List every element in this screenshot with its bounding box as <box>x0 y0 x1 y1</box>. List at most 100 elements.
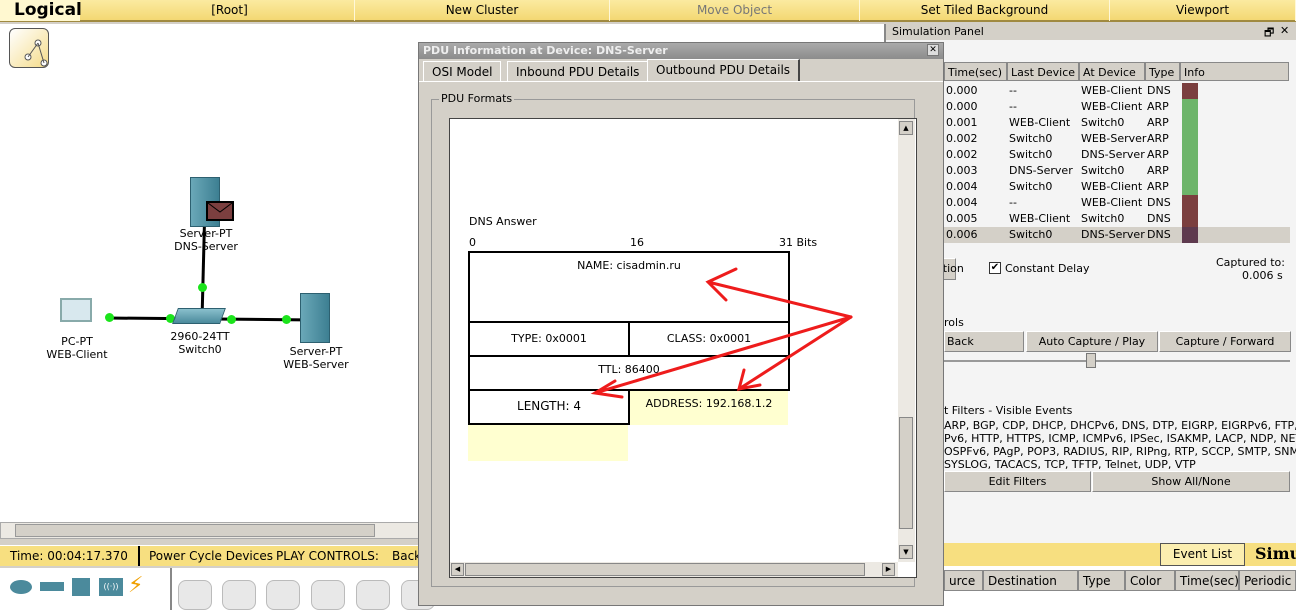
switches-category-icon[interactable] <box>40 582 64 591</box>
set-tiled-background-button[interactable]: Set Tiled Background <box>860 0 1110 21</box>
event-time: 0.005 <box>946 212 978 225</box>
event-at: Switch0 <box>1081 212 1125 225</box>
show-all-none-button[interactable]: Show All/None <box>1092 471 1290 492</box>
vertical-scrollbar[interactable]: ▲ ▼ <box>898 119 915 562</box>
col-type[interactable]: Type <box>1078 570 1125 591</box>
router-model-icon[interactable] <box>178 580 212 610</box>
col-time[interactable]: Time(sec) <box>1175 570 1239 591</box>
filter-line: OSPFv6, PAgP, POP3, RADIUS, RIP, RIPng, … <box>944 445 1296 458</box>
web-client-name: WEB-Client <box>46 348 108 361</box>
router-model-icon[interactable] <box>311 580 345 610</box>
event-color-swatch[interactable] <box>1182 115 1198 131</box>
captured-to-value: 0.006 s <box>1242 269 1283 282</box>
router-model-icon[interactable] <box>356 580 390 610</box>
root-button[interactable]: [Root] <box>105 0 355 21</box>
col-time[interactable]: Time(sec) <box>944 62 1007 81</box>
event-color-swatch[interactable] <box>1182 179 1198 195</box>
close-dialog-icon[interactable]: ✕ <box>927 44 939 56</box>
capture-forward-button[interactable]: Capture / Forward <box>1159 331 1291 352</box>
event-row[interactable]: 0.000 -- WEB-Client DNS <box>944 83 1290 99</box>
event-time: 0.003 <box>946 164 978 177</box>
event-color-swatch[interactable] <box>1182 227 1198 243</box>
event-row[interactable]: 0.002 Switch0 DNS-Server ARP <box>944 147 1290 163</box>
col-destination[interactable]: Destination <box>983 570 1078 591</box>
event-color-swatch[interactable] <box>1182 99 1198 115</box>
play-controls-group-label: rols <box>944 316 964 329</box>
new-cluster-button[interactable]: New Cluster <box>355 0 610 21</box>
scrollbar-thumb[interactable] <box>465 563 865 576</box>
col-color[interactable]: Color <box>1125 570 1175 591</box>
event-type: ARP <box>1147 180 1169 193</box>
power-cycle-devices-button[interactable]: Power Cycle Devices <box>149 546 273 566</box>
web-server-icon[interactable] <box>300 293 330 343</box>
event-row[interactable]: 0.002 Switch0 WEB-Server ARP <box>944 131 1290 147</box>
scroll-left-icon[interactable]: ◀ <box>451 563 464 576</box>
routers-category-icon[interactable] <box>10 580 32 594</box>
router-model-icon[interactable] <box>222 580 256 610</box>
event-at: WEB-Client <box>1081 180 1143 193</box>
col-last-device[interactable]: Last Device <box>1007 62 1079 81</box>
event-at: DNS-Server <box>1081 228 1145 241</box>
event-row[interactable]: 0.004 Switch0 WEB-Client ARP <box>944 179 1290 195</box>
event-row[interactable]: 0.001 WEB-Client Switch0 ARP <box>944 115 1290 131</box>
edit-filters-button[interactable]: Edit Filters <box>944 471 1091 492</box>
event-color-swatch[interactable] <box>1182 195 1198 211</box>
event-at: Switch0 <box>1081 116 1125 129</box>
tab-inbound-pdu-details[interactable]: Inbound PDU Details <box>507 61 649 81</box>
pc-icon[interactable] <box>60 298 92 322</box>
scroll-right-icon[interactable]: ▶ <box>882 563 895 576</box>
event-row[interactable]: 0.003 DNS-Server Switch0 ARP <box>944 163 1290 179</box>
col-info[interactable]: Info <box>1180 62 1289 81</box>
connections-category-icon[interactable]: ⚡ <box>128 574 143 598</box>
logical-tab[interactable]: Logical <box>0 0 82 21</box>
envelope-pdu-icon[interactable] <box>206 201 234 221</box>
move-object-button[interactable]: Move Object <box>610 0 860 21</box>
event-color-swatch[interactable] <box>1182 147 1198 163</box>
speed-slider[interactable] <box>944 360 1290 362</box>
event-time: 0.004 <box>946 180 978 193</box>
dns-server-model: Server-PT <box>179 227 233 240</box>
event-last: DNS-Server <box>1009 164 1073 177</box>
wireless-category-icon[interactable]: ((·)) <box>99 578 123 596</box>
scroll-down-icon[interactable]: ▼ <box>899 545 913 559</box>
scrollbar-thumb[interactable] <box>15 524 375 537</box>
event-type: ARP <box>1147 116 1169 129</box>
web-server-model: Server-PT <box>289 345 343 358</box>
tab-osi-model[interactable]: OSI Model <box>423 61 502 81</box>
constant-delay-checkbox[interactable]: ✔ <box>989 262 1001 274</box>
hubs-category-icon[interactable] <box>72 578 90 596</box>
event-list-button[interactable]: Event List <box>1160 543 1245 566</box>
back-button[interactable]: Back <box>944 331 1024 352</box>
simulation-mode-tab[interactable]: Simu <box>1245 543 1296 566</box>
back-button[interactable]: Back <box>392 546 421 566</box>
switch-icon[interactable] <box>172 308 226 324</box>
event-color-swatch[interactable] <box>1182 131 1198 147</box>
horizontal-scrollbar[interactable]: ◀ ▶ <box>450 562 898 577</box>
speed-slider-thumb[interactable] <box>1086 353 1096 368</box>
scrollbar-thumb[interactable] <box>899 417 913 529</box>
event-row[interactable]: 0.006 Switch0 DNS-Server DNS <box>944 227 1290 243</box>
col-at-device[interactable]: At Device <box>1079 62 1145 81</box>
tab-outbound-pdu-details[interactable]: Outbound PDU Details <box>647 59 801 81</box>
restore-icon[interactable]: 🗗 <box>1264 24 1274 43</box>
col-periodic[interactable]: Periodic <box>1239 570 1296 591</box>
scroll-up-icon[interactable]: ▲ <box>899 121 913 135</box>
pdu-format-view: DNS Answer 0 16 31 Bits NAME: cisadmin.r… <box>449 118 917 578</box>
visible-events-list: ARP, BGP, CDP, DHCP, DHCPv6, DNS, DTP, E… <box>944 419 1296 471</box>
col-source[interactable]: urce <box>944 570 983 591</box>
event-row[interactable]: 0.000 -- WEB-Client ARP <box>944 99 1290 115</box>
auto-capture-play-button[interactable]: Auto Capture / Play <box>1026 331 1158 352</box>
switch-model: 2960-24TT <box>170 330 230 343</box>
event-row[interactable]: 0.005 WEB-Client Switch0 DNS <box>944 211 1290 227</box>
close-panel-icon[interactable]: ✕ <box>1280 24 1289 37</box>
router-model-icon[interactable] <box>266 580 300 610</box>
col-type[interactable]: Type <box>1145 62 1180 81</box>
constant-delay-label: Constant Delay <box>1005 262 1090 275</box>
event-color-swatch[interactable] <box>1182 211 1198 227</box>
event-color-swatch[interactable] <box>1182 83 1198 99</box>
viewport-button[interactable]: Viewport <box>1110 0 1296 21</box>
event-color-swatch[interactable] <box>1182 163 1198 179</box>
event-last: Switch0 <box>1009 228 1053 241</box>
event-type: ARP <box>1147 148 1169 161</box>
event-row[interactable]: 0.004 -- WEB-Client DNS <box>944 195 1290 211</box>
